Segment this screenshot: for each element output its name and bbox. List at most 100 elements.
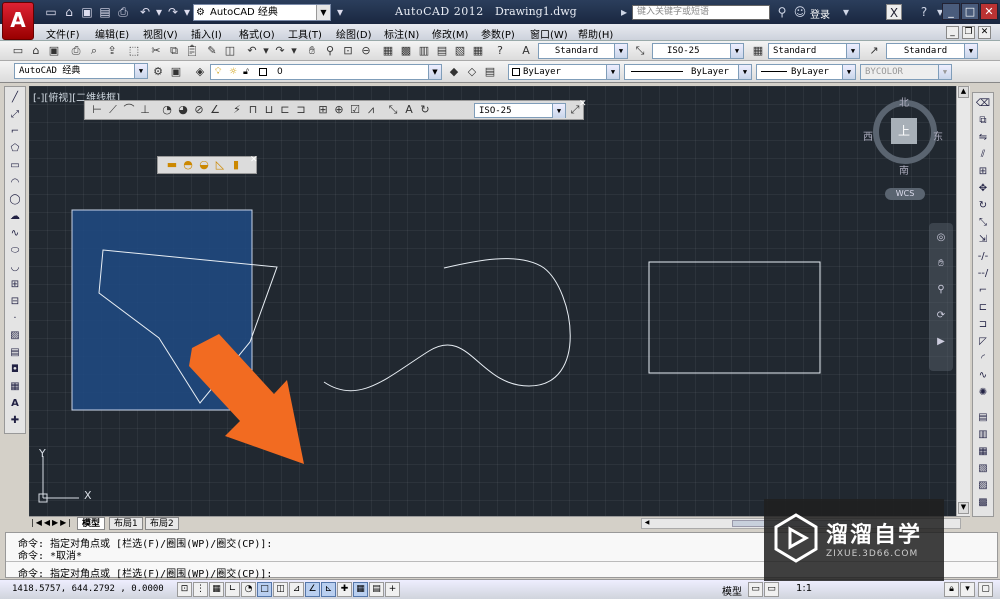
menu-insert[interactable]: 插入(I) — [191, 26, 222, 41]
join-icon[interactable]: ⊐ — [975, 318, 991, 332]
layer-previous-icon[interactable]: ◇ — [464, 64, 480, 80]
menu-draw[interactable]: 绘图(D) — [336, 26, 372, 41]
menu-parametric[interactable]: 参数(P) — [481, 26, 515, 41]
cursor-coordinates[interactable]: 1418.5757, 644.2792 , 0.0000 — [12, 584, 164, 594]
construction-line-icon[interactable]: ⤢ — [7, 108, 23, 122]
bring-front-icon[interactable]: ▥ — [975, 428, 991, 442]
chevron-down-icon[interactable]: ▾ — [838, 4, 854, 20]
offset-icon[interactable]: ⫽ — [975, 148, 991, 162]
3d-object-snap-icon[interactable]: ◫ — [273, 582, 288, 597]
design-center-icon[interactable]: ▩ — [398, 43, 414, 59]
send-back-icon[interactable]: ▦ — [975, 445, 991, 459]
ellipse-arc-icon[interactable]: ◡ — [7, 261, 23, 275]
viewcube[interactable]: 上 北 南 东 西 — [863, 90, 945, 177]
menu-modify[interactable]: 修改(M) — [432, 26, 468, 41]
menu-window[interactable]: 窗口(W) — [530, 26, 568, 41]
dynamic-ucs-icon[interactable]: ∠ — [305, 582, 320, 597]
doc-close-button[interactable]: ✕ — [978, 26, 991, 39]
send-under-icon[interactable]: ▨ — [975, 479, 991, 493]
menu-file[interactable]: 文件(F) — [46, 26, 80, 41]
customize-qat-icon[interactable]: ▾ — [333, 5, 347, 19]
viewcube-east[interactable]: 东 — [933, 128, 943, 143]
menu-format[interactable]: 格式(O) — [239, 26, 275, 41]
selection-cycling-icon[interactable]: + — [385, 582, 400, 597]
binoculars-icon[interactable]: ⚲ — [774, 4, 790, 20]
user-icon[interactable]: ☺ — [792, 4, 808, 20]
maximize-button[interactable]: □ — [961, 3, 979, 20]
login-link[interactable]: 登录 — [810, 6, 830, 21]
zoom-icon[interactable]: ⚲ — [933, 283, 949, 297]
save-icon[interactable]: ▣ — [80, 5, 94, 19]
table-style-select[interactable]: Standard ▼ — [768, 43, 860, 59]
help-icon[interactable]: ? — [492, 43, 508, 59]
dim-style-select[interactable]: ISO-25 ▼ — [652, 43, 744, 59]
dynamic-input-icon[interactable]: ⊾ — [321, 582, 336, 597]
doc-restore-button[interactable]: ❐ — [962, 26, 975, 39]
match-properties-icon[interactable]: ✎ — [204, 43, 220, 59]
spline-curve[interactable] — [323, 258, 571, 392]
scroll-left-icon[interactable]: ◀ — [642, 519, 652, 528]
steering-wheel-icon[interactable]: ◎ — [933, 231, 949, 245]
text-front-icon[interactable]: ▩ — [975, 496, 991, 510]
copy-icon[interactable]: ⧉ — [166, 43, 182, 59]
grid-display-icon[interactable]: ▦ — [209, 582, 224, 597]
quick-properties-icon[interactable]: ▤ — [369, 582, 384, 597]
zoom-realtime-icon[interactable]: ⚲ — [322, 43, 338, 59]
text-style-select[interactable]: Standard ▼ — [538, 43, 628, 59]
region-icon[interactable]: ◘ — [7, 363, 23, 377]
drawing-canvas[interactable]: [-][俯视][二维线框] ⊢ ⟋ ⌒ ⊥ ◔ ◕ ⊘ ∠ ⚡︎ ⊓ ⊔ ⊏ ⊐… — [29, 86, 956, 516]
blend-curves-icon[interactable]: ∿ — [975, 369, 991, 383]
print-icon[interactable]: ⎙ — [116, 5, 130, 19]
viewcube-north[interactable]: 北 — [899, 94, 909, 109]
redo-icon[interactable]: ↷ — [166, 5, 180, 19]
quick-view-layouts-icon[interactable]: ▭ — [748, 582, 763, 597]
tab-model[interactable]: 模型 — [77, 517, 106, 530]
menu-view[interactable]: 视图(V) — [143, 26, 178, 41]
make-current-layer-icon[interactable]: ◆ — [446, 64, 462, 80]
viewcube-top-face[interactable]: 上 — [891, 118, 917, 144]
plotstyle-select[interactable]: BYCOLOR ▼ — [860, 64, 952, 80]
lineweight-select[interactable]: ByLayer ▼ — [756, 64, 856, 80]
command-prompt-line[interactable]: 命令: 指定对角点或 [栏选(F)/圈围(WP)/圈交(CP)]: — [18, 565, 272, 580]
vertical-scrollbar[interactable]: ▲ ▼ — [956, 86, 970, 516]
lock-ui-icon[interactable]: 🔒︎ — [944, 582, 959, 597]
layer-select[interactable]: 💡︎ ☼ 🔓︎ 0 ▼ — [210, 64, 442, 80]
table-icon[interactable]: ▦ — [7, 380, 23, 394]
multileader-style-icon[interactable]: ↗ — [866, 43, 882, 59]
status-menu-icon[interactable]: ▾ — [960, 582, 975, 597]
workspace-combo[interactable]: AutoCAD 经典 ▼ — [14, 63, 148, 79]
rectangle-shape[interactable] — [648, 261, 821, 374]
tab-layout2[interactable]: 布局2 — [145, 517, 179, 530]
save-icon[interactable]: ▣ — [46, 43, 62, 59]
quick-view-drawings-icon[interactable]: ▭ — [764, 582, 779, 597]
break-at-point-icon[interactable]: ⌐ — [975, 284, 991, 298]
extend-icon[interactable]: --/ — [975, 267, 991, 281]
multiline-text-icon[interactable]: A — [7, 397, 23, 411]
table-style-icon[interactable]: ▦ — [750, 43, 766, 59]
mirror-icon[interactable]: ⇋ — [975, 131, 991, 145]
menu-help[interactable]: 帮助(H) — [578, 26, 613, 41]
gradient-icon[interactable]: ▤ — [7, 346, 23, 360]
move-icon[interactable]: ✥ — [975, 182, 991, 196]
break-icon[interactable]: ⊏ — [975, 301, 991, 315]
stretch-icon[interactable]: ⇲ — [975, 233, 991, 247]
showmotion-icon[interactable]: ▶ — [933, 335, 949, 349]
insert-block-icon[interactable]: ⊞ — [7, 278, 23, 292]
arc-icon[interactable]: ◠ — [7, 176, 23, 190]
doc-minimize-button[interactable]: _ — [946, 26, 959, 39]
rectangle-icon[interactable]: ▭ — [7, 159, 23, 173]
hatch-icon[interactable]: ▨ — [7, 329, 23, 343]
make-block-icon[interactable]: ⊟ — [7, 295, 23, 309]
wcs-menu[interactable]: WCS — [885, 188, 925, 200]
pan-icon[interactable]: ✋︎ — [304, 43, 320, 59]
tab-nav-arrows-icon[interactable]: |◀◀▶▶| — [31, 518, 73, 527]
chevron-down-icon[interactable]: ▾ — [286, 43, 302, 59]
cut-icon[interactable]: ✂ — [148, 43, 164, 59]
print-icon[interactable]: ⎙ — [68, 43, 84, 59]
revision-cloud-icon[interactable]: ☁ — [7, 210, 23, 224]
transparency-icon[interactable]: ▦ — [353, 582, 368, 597]
minimize-button[interactable]: _ — [942, 3, 960, 20]
search-expand-icon[interactable]: ▸ — [616, 4, 632, 20]
markup-icon[interactable]: ▧ — [452, 43, 468, 59]
lineweight-icon[interactable]: ✚ — [337, 582, 352, 597]
